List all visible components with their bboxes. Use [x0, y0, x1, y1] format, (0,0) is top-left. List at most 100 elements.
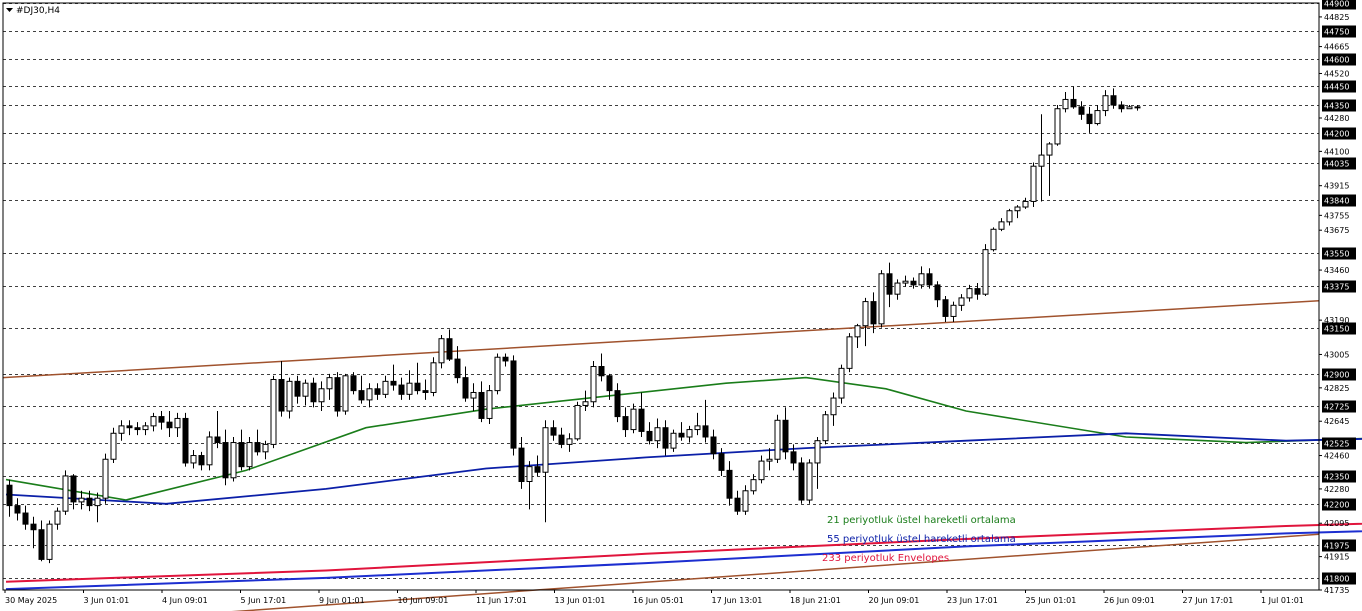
candle[interactable] — [350, 372, 357, 395]
candle[interactable] — [670, 429, 677, 452]
x-tick-label: 9 Jun 01:01 — [319, 596, 365, 605]
candle[interactable] — [102, 453, 109, 504]
candle-body — [150, 416, 157, 427]
candle-body — [366, 388, 373, 401]
candle-body — [238, 442, 245, 468]
candle-body — [846, 336, 853, 369]
x-tick-label: 13 Jun 01:01 — [555, 596, 606, 605]
x-tick-label: 5 Jun 17:01 — [241, 596, 287, 605]
y-tick-label: 43915 — [1324, 182, 1349, 191]
y-tick-label: 41735 — [1324, 586, 1349, 595]
candle-body — [190, 455, 197, 464]
candle[interactable] — [590, 360, 597, 408]
x-tick-label: 17 Jun 13:01 — [712, 596, 763, 605]
candle-body — [1086, 113, 1093, 125]
level-label: 44350 — [1324, 102, 1349, 111]
candle-body — [1006, 210, 1013, 223]
x-tick-label: 16 Jun 05:01 — [633, 596, 684, 605]
candle[interactable] — [822, 411, 829, 445]
candle[interactable] — [774, 414, 781, 463]
candle[interactable] — [334, 372, 341, 417]
candle-body — [878, 273, 885, 325]
level-label: 42900 — [1324, 371, 1349, 380]
candle[interactable] — [838, 364, 845, 404]
candle-body — [198, 455, 205, 466]
candle[interactable] — [798, 457, 805, 504]
candle-body — [206, 436, 213, 466]
y-tick-label: 44280 — [1324, 114, 1349, 123]
candle[interactable] — [430, 357, 437, 397]
candle-body — [1134, 106, 1141, 109]
candle[interactable] — [990, 227, 997, 252]
candle-body — [830, 397, 837, 416]
candle-body — [550, 427, 557, 436]
candle-body — [398, 384, 405, 395]
candle-body — [742, 490, 749, 512]
candle-body — [1078, 106, 1085, 115]
candle[interactable] — [342, 373, 349, 415]
candle-body — [782, 419, 789, 453]
candle[interactable] — [1054, 105, 1061, 146]
candle[interactable] — [494, 353, 501, 395]
candle-body — [182, 417, 189, 464]
candle-body — [126, 425, 133, 429]
candle-body — [286, 380, 293, 412]
candle-body — [246, 442, 253, 468]
candle-body — [534, 466, 541, 473]
candle[interactable] — [110, 427, 117, 463]
candle-body — [926, 273, 933, 286]
candle-body — [1038, 154, 1045, 167]
candle-body — [942, 299, 949, 317]
candle-body — [414, 382, 421, 392]
symbol-timeframe-label: #DJ30,H4 — [16, 6, 60, 16]
candle-body — [974, 288, 981, 295]
y-tick-label: 43460 — [1324, 266, 1349, 275]
y-tick-label: 42095 — [1324, 519, 1349, 528]
candle-body — [502, 356, 509, 362]
candle-body — [1022, 200, 1029, 208]
candle[interactable] — [574, 401, 581, 441]
candle-body — [694, 425, 701, 431]
candle-body — [302, 382, 309, 397]
price-chart[interactable]: 44900 44750 44600 44450 44350 44200 44035 43840… — [0, 0, 1362, 611]
candle-body — [86, 497, 93, 507]
candle-body — [990, 228, 997, 251]
candle-body — [662, 427, 669, 449]
candle-body — [342, 375, 349, 412]
level-label: 42200 — [1324, 501, 1349, 510]
candle[interactable] — [486, 385, 493, 425]
y-tick-label: 44100 — [1324, 147, 1349, 156]
x-tick-label: 30 May 2025 — [5, 596, 57, 605]
level-label: 44900 — [1324, 0, 1349, 9]
candle[interactable] — [878, 270, 885, 328]
candle[interactable] — [230, 436, 237, 482]
candle-body — [982, 249, 989, 295]
level-label: 41975 — [1324, 542, 1349, 551]
candle-body — [1110, 95, 1117, 106]
candle[interactable] — [1030, 162, 1037, 208]
candle[interactable] — [982, 244, 989, 297]
level-label: 44450 — [1324, 83, 1349, 92]
candle[interactable] — [206, 431, 213, 471]
candle-body — [886, 273, 893, 295]
candle-body — [526, 466, 533, 483]
candle[interactable] — [806, 459, 813, 504]
candle-body — [62, 475, 69, 512]
candle[interactable] — [510, 355, 517, 456]
candle-body — [518, 447, 525, 483]
candle-body — [918, 273, 925, 286]
candle-body — [6, 484, 13, 507]
candle-body — [1070, 98, 1077, 108]
candle[interactable] — [182, 412, 189, 467]
candle[interactable] — [46, 520, 53, 564]
candle[interactable] — [62, 470, 69, 515]
candle-body — [1094, 110, 1101, 125]
candle-body — [582, 401, 589, 406]
candle[interactable] — [270, 375, 277, 449]
candle-body — [638, 408, 645, 432]
candle-body — [30, 523, 37, 531]
candle-body — [278, 378, 285, 412]
candle-body — [902, 280, 909, 284]
candle-body — [598, 366, 605, 377]
candle[interactable] — [846, 333, 853, 373]
